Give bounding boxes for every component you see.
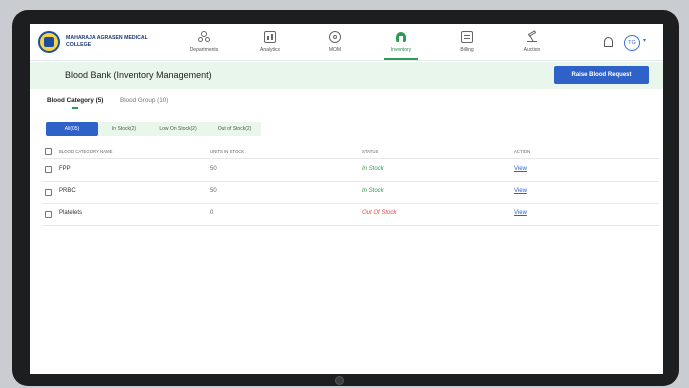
top-navigation: MAHARAJA AGRASEN MEDICAL COLLEGE Departm… (30, 24, 663, 61)
column-header: BLOOD CATEGORY NAME (59, 149, 113, 154)
view-link[interactable]: View (514, 210, 527, 216)
row-checkbox[interactable] (45, 166, 52, 173)
departments-icon (198, 31, 210, 43)
college-logo-icon (38, 31, 60, 53)
nav-label: MOM (328, 47, 342, 53)
status-badge: Out Of Stock (362, 210, 397, 216)
table-header: BLOOD CATEGORY NAME UNITS IN STOCK STATU… (42, 146, 659, 159)
blood-category-name: Platelets (59, 210, 83, 216)
raise-blood-request-button[interactable]: Raise Blood Request (554, 66, 649, 84)
nav-item-departments[interactable]: Departments (174, 30, 234, 60)
column-header: STATUS (362, 149, 379, 154)
table-row: FPP 50 In Stock View (42, 159, 659, 182)
college-name: MAHARAJA AGRASEN MEDICAL COLLEGE (66, 35, 148, 48)
view-link[interactable]: View (514, 166, 527, 172)
auction-icon (526, 30, 538, 43)
nav-item-auction[interactable]: Auction (502, 30, 562, 60)
tab-blood-category[interactable]: Blood Category (5) (47, 97, 103, 104)
nav-label: Analytics (259, 47, 280, 53)
blood-category-name: FPP (59, 166, 71, 172)
nav-label: Departments (189, 47, 219, 53)
nav-label: Auction (523, 47, 541, 53)
billing-icon (461, 31, 473, 43)
notification-bell-icon[interactable] (604, 37, 613, 47)
filter-all[interactable]: All(05) (46, 122, 98, 136)
row-checkbox[interactable] (45, 189, 52, 196)
select-all-checkbox[interactable] (45, 148, 52, 155)
camera-icon (335, 376, 344, 385)
column-header: ACTION (514, 149, 531, 154)
blood-category-name: PRBC (59, 188, 76, 194)
nav-label: Billing (460, 47, 474, 53)
active-nav-indicator (384, 58, 418, 60)
status-badge: In Stock (362, 166, 384, 172)
status-badge: In Stock (362, 188, 384, 194)
page-banner: Blood Bank (Inventory Management) Raise … (30, 62, 663, 89)
page-title: Blood Bank (Inventory Management) (65, 70, 212, 80)
table-row: Platelets 0 Out Of Stock View (42, 204, 659, 226)
units-in-stock: 0 (210, 210, 214, 216)
chevron-down-icon[interactable]: ▾ (643, 37, 646, 44)
row-checkbox[interactable] (45, 211, 52, 218)
filter-low-on-stock[interactable]: Low On Stock(2) (150, 122, 206, 136)
column-header: UNITS IN STOCK (210, 149, 245, 154)
units-in-stock: 50 (210, 188, 217, 194)
tab-blood-group[interactable]: Blood Group (10) (120, 97, 168, 104)
filter-out-of-stock[interactable]: Out of Stock(2) (208, 122, 261, 136)
nav-label: Inventory (390, 47, 412, 53)
nav-item-inventory[interactable]: Inventory (371, 30, 431, 60)
filter-in-stock[interactable]: In Stock(2) (100, 122, 148, 136)
mom-icon (329, 31, 341, 43)
nav-item-mom[interactable]: MOM (305, 30, 365, 60)
inventory-icon (395, 31, 407, 43)
units-in-stock: 50 (210, 166, 217, 172)
active-tab-indicator (72, 107, 78, 109)
user-avatar[interactable]: TG (624, 35, 640, 51)
app-screen: MAHARAJA AGRASEN MEDICAL COLLEGE Departm… (30, 24, 663, 374)
nav-item-analytics[interactable]: Analytics (240, 30, 300, 60)
stock-filter-bar: All(05) In Stock(2) Low On Stock(2) Out … (46, 122, 261, 136)
table-row: PRBC 50 In Stock View (42, 182, 659, 204)
view-link[interactable]: View (514, 188, 527, 194)
nav-item-billing[interactable]: Billing (437, 30, 497, 60)
analytics-icon (264, 31, 276, 43)
